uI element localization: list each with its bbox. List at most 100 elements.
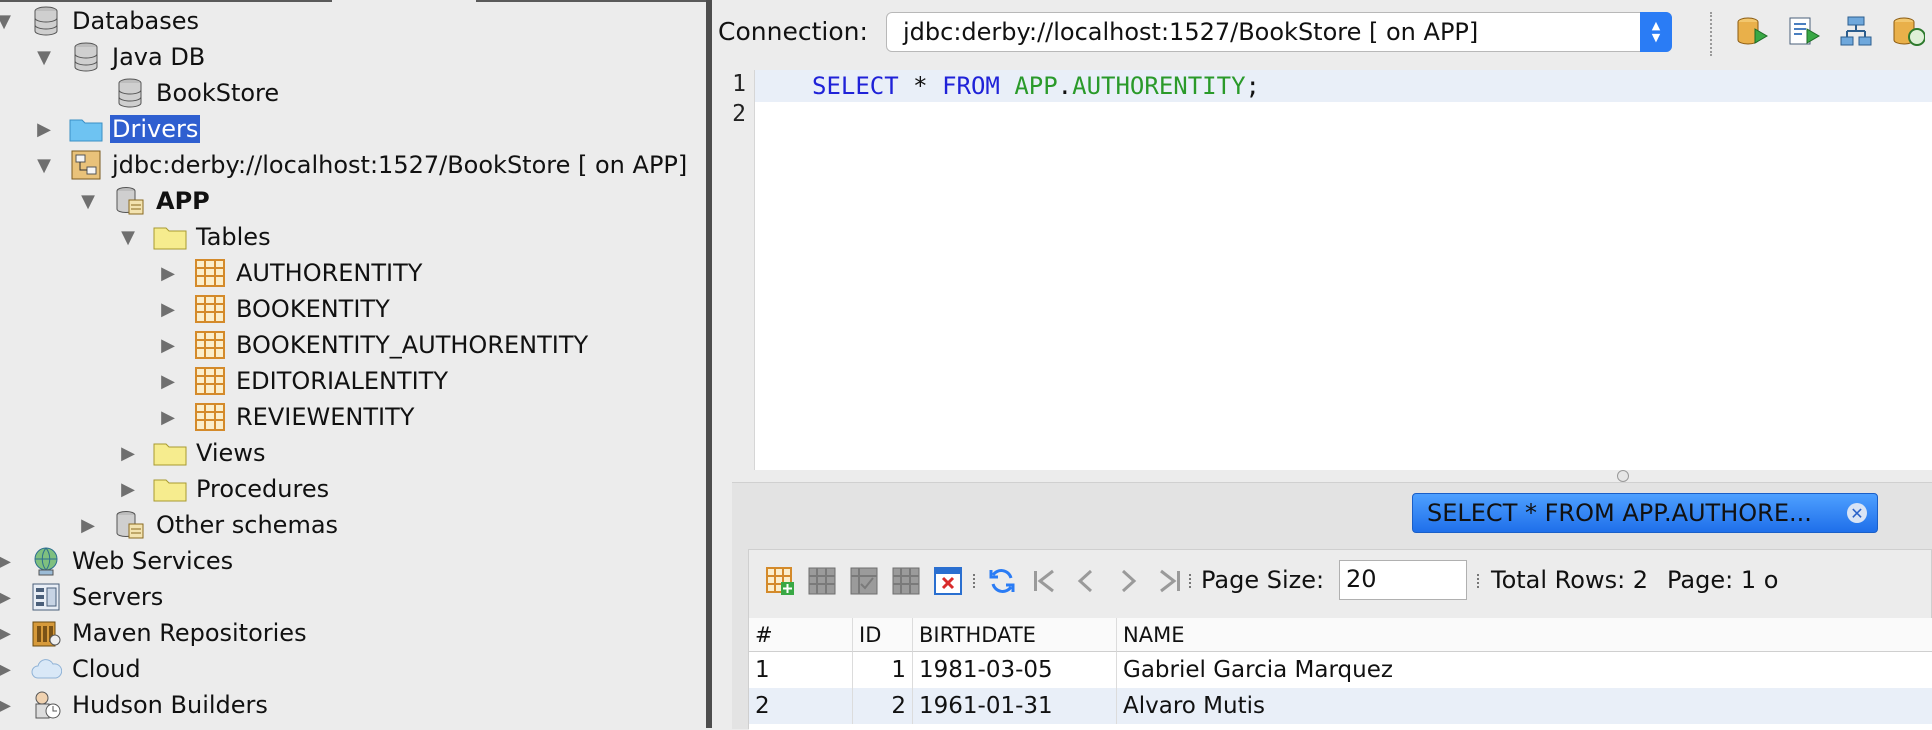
sql-editor[interactable]: 1 2 SELECT * FROM APP.AUTHORENTITY; (712, 70, 1932, 470)
delete-record-button[interactable] (805, 564, 839, 598)
sql-code-line[interactable]: SELECT * FROM APP.AUTHORENTITY; (812, 71, 1260, 101)
table-icon (192, 256, 228, 290)
run-statement-icon (1789, 17, 1820, 45)
tree-node-bookstore[interactable]: BookStore (112, 76, 281, 110)
tree-label: REVIEWENTITY (236, 403, 415, 431)
collapse-triangle-icon[interactable]: ▼ (76, 189, 100, 213)
tree-node-web-services[interactable]: ▶ Web Services (0, 544, 235, 578)
tree-node-table[interactable]: ▶ REVIEWENTITY (156, 400, 416, 434)
expand-triangle-icon[interactable]: ▶ (32, 117, 56, 141)
tree-label: Tables (196, 223, 271, 251)
schema-icon (112, 184, 148, 218)
collapse-triangle-icon[interactable]: ▼ (0, 9, 16, 33)
table-cell[interactable]: Alvaro Mutis (1117, 688, 1932, 724)
sql-dot: . (1057, 72, 1073, 100)
tree-node-app-schema[interactable]: ▼ APP (76, 184, 212, 218)
collapse-triangle-icon[interactable]: ▼ (32, 153, 56, 177)
select-in-explorer-button[interactable] (1838, 14, 1874, 50)
run-sql-button[interactable] (1734, 14, 1770, 50)
cloud-icon (28, 652, 64, 686)
folder-icon (152, 220, 188, 254)
chevron-right-icon (1121, 569, 1137, 593)
connection-select[interactable]: jdbc:derby://localhost:1527/BookStore [ … (886, 12, 1672, 52)
collapse-triangle-icon[interactable]: ▼ (32, 45, 56, 69)
commit-button[interactable] (847, 564, 881, 598)
expand-triangle-icon[interactable]: ▶ (76, 513, 100, 537)
expand-triangle-icon[interactable]: ▶ (0, 693, 16, 717)
expand-triangle-icon[interactable]: ▶ (156, 333, 180, 357)
previous-page-button[interactable] (1069, 564, 1103, 598)
column-header[interactable]: ID (853, 618, 913, 652)
tree-node-cloud[interactable]: ▶ Cloud (0, 652, 143, 686)
tree-node-table[interactable]: ▶ BOOKENTITY (156, 292, 392, 326)
sql-editor-panel: Connection: jdbc:derby://localhost:1527/… (712, 0, 1932, 730)
table-cell[interactable]: 1961-01-31 (913, 688, 1117, 724)
first-page-button[interactable] (1027, 564, 1061, 598)
result-tab[interactable]: SELECT * FROM APP.AUTHORE... ✕ (1412, 493, 1878, 533)
insert-row-icon (766, 567, 794, 595)
expand-triangle-icon[interactable]: ▶ (156, 261, 180, 285)
table-cell[interactable]: 1 (853, 652, 913, 688)
table-icon (192, 400, 228, 434)
tree-node-other-schemas[interactable]: ▶ Other schemas (76, 508, 340, 542)
truncate-table-button[interactable] (931, 564, 965, 598)
history-button[interactable] (1890, 14, 1926, 50)
tree-node-connection[interactable]: ▼ jdbc:derby://localhost:1527/BookStore … (32, 148, 689, 182)
truncate-table-icon (934, 567, 962, 595)
line-number: 2 (732, 101, 746, 127)
tree-node-maven[interactable]: ▶ Maven Repositories (0, 616, 309, 650)
line-number-gutter: 1 2 (712, 70, 755, 470)
expand-triangle-icon[interactable]: ▶ (156, 297, 180, 321)
column-header[interactable]: # (749, 618, 853, 652)
sql-keyword: SELECT (812, 72, 899, 100)
tree-node-table[interactable]: ▶ BOOKENTITY_AUTHORENTITY (156, 328, 590, 362)
table-icon (192, 292, 228, 326)
tree-node-table[interactable]: ▶ AUTHORENTITY (156, 256, 424, 290)
tree-node-databases[interactable]: ▼ Databases (0, 4, 201, 38)
tree-node-tables[interactable]: ▼ Tables (116, 220, 273, 254)
splitter-handle[interactable] (1617, 470, 1629, 482)
tree-label: jdbc:derby://localhost:1527/BookStore [ … (112, 151, 688, 179)
expand-triangle-icon[interactable]: ▶ (156, 369, 180, 393)
chevron-updown-icon[interactable]: ▲ ▼ (1640, 12, 1672, 52)
tree-node-drivers[interactable]: ▶ Drivers (32, 112, 201, 146)
tree-label: Cloud (72, 655, 141, 683)
table-cell[interactable]: 1 (749, 652, 853, 688)
next-page-button[interactable] (1111, 564, 1145, 598)
expand-triangle-icon[interactable]: ▶ (156, 405, 180, 429)
expand-triangle-icon[interactable]: ▶ (0, 585, 16, 609)
expand-triangle-icon[interactable]: ▶ (0, 621, 16, 645)
collapse-triangle-icon[interactable]: ▼ (116, 225, 140, 249)
result-tab-label: SELECT * FROM APP.AUTHORE... (1427, 499, 1812, 527)
cancel-edits-button[interactable] (889, 564, 923, 598)
result-table[interactable]: # ID BIRTHDATE NAME 1 1 1981-03-05 Gabri… (749, 618, 1932, 730)
tree-label: BOOKENTITY (236, 295, 390, 323)
tree-node-procedures[interactable]: ▶ Procedures (116, 472, 331, 506)
tree-node-java-db[interactable]: ▼ Java DB (32, 40, 207, 74)
tree-label: Drivers (110, 115, 201, 143)
column-header[interactable]: NAME (1117, 618, 1932, 652)
sql-keyword: FROM (942, 72, 1000, 100)
page-size-input[interactable]: 20 (1339, 560, 1467, 600)
table-cell[interactable]: 2 (853, 688, 913, 724)
close-icon[interactable]: ✕ (1847, 503, 1867, 523)
history-icon (1893, 17, 1925, 46)
tree-node-table[interactable]: ▶ EDITORIALENTITY (156, 364, 450, 398)
connection-label: Connection: (718, 17, 868, 46)
tree-node-views[interactable]: ▶ Views (116, 436, 267, 470)
table-cell[interactable]: Gabriel Garcia Marquez (1117, 652, 1932, 688)
expand-triangle-icon[interactable]: ▶ (0, 657, 16, 681)
refresh-button[interactable] (985, 564, 1019, 598)
table-cell[interactable]: 2 (749, 688, 853, 724)
table-cell[interactable]: 1981-03-05 (913, 652, 1117, 688)
last-page-button[interactable] (1153, 564, 1187, 598)
insert-record-button[interactable] (763, 564, 797, 598)
tree-node-hudson[interactable]: ▶ Hudson Builders (0, 688, 270, 722)
expand-triangle-icon[interactable]: ▶ (116, 477, 140, 501)
expand-triangle-icon[interactable]: ▶ (0, 549, 16, 573)
expand-triangle-icon[interactable]: ▶ (116, 441, 140, 465)
schema-icon (112, 508, 148, 542)
tree-node-servers[interactable]: ▶ Servers (0, 580, 165, 614)
column-header[interactable]: BIRTHDATE (913, 618, 1117, 652)
run-statement-button[interactable] (1786, 14, 1822, 50)
